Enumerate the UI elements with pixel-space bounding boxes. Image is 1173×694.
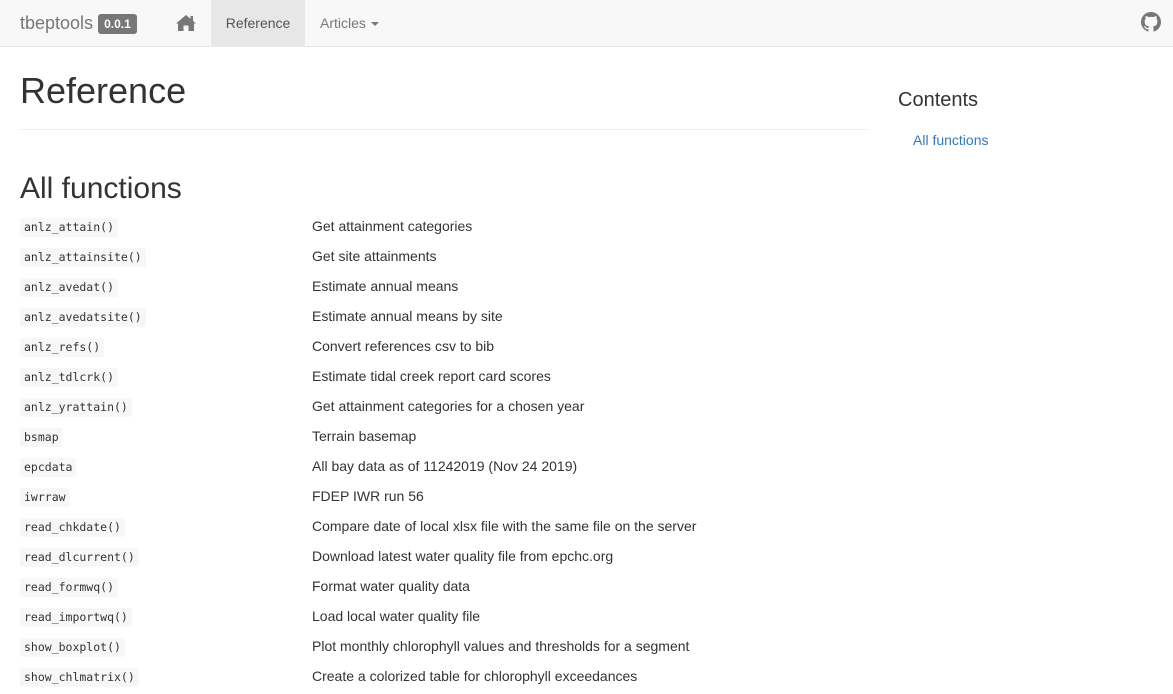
function-description: Format water quality data bbox=[312, 578, 470, 594]
function-description: Estimate tidal creek report card scores bbox=[312, 368, 551, 384]
function-description: FDEP IWR run 56 bbox=[312, 488, 424, 504]
function-description: Get site attainments bbox=[312, 248, 437, 264]
function-description: Estimate annual means by site bbox=[312, 308, 503, 324]
function-description: Get attainment categories bbox=[312, 218, 473, 234]
function-row: read_formwq() Format water quality data bbox=[20, 572, 868, 602]
function-link[interactable]: anlz_tdlcrk() bbox=[20, 368, 119, 387]
function-link[interactable]: anlz_avedat() bbox=[20, 278, 119, 297]
function-row: iwrraw FDEP IWR run 56 bbox=[20, 482, 868, 512]
home-icon bbox=[175, 15, 196, 31]
navbar: tbeptools 0.0.1 Reference Articles bbox=[0, 0, 1173, 47]
github-icon bbox=[1141, 12, 1161, 32]
section-title: All functions bbox=[20, 172, 182, 205]
function-row: show_boxplot() Plot monthly chlorophyll … bbox=[20, 632, 868, 662]
github-link[interactable] bbox=[1141, 12, 1161, 32]
function-description: Download latest water quality file from … bbox=[312, 548, 614, 564]
function-row: read_importwq() Load local water quality… bbox=[20, 602, 868, 632]
function-row: anlz_avedat() Estimate annual means bbox=[20, 272, 868, 302]
function-description: All bay data as of 11242019 (Nov 24 2019… bbox=[312, 458, 578, 474]
function-link[interactable]: epcdata bbox=[20, 458, 77, 477]
function-row: anlz_attainsite() Get site attainments bbox=[20, 242, 868, 272]
function-row: anlz_refs() Convert references csv to bi… bbox=[20, 332, 868, 362]
contents-title: Contents bbox=[898, 89, 979, 111]
function-link[interactable]: anlz_attainsite() bbox=[20, 248, 146, 267]
function-link[interactable]: show_chlmatrix() bbox=[20, 668, 139, 687]
page-title: Reference bbox=[20, 70, 187, 111]
function-row: anlz_attain() Get attainment categories bbox=[20, 212, 868, 242]
function-row: anlz_yrattain() Get attainment categorie… bbox=[20, 392, 868, 422]
function-description: Create a colorized table for chlorophyll… bbox=[312, 668, 638, 684]
function-description: Plot monthly chlorophyll values and thre… bbox=[312, 638, 690, 654]
function-row: anlz_avedatsite() Estimate annual means … bbox=[20, 302, 868, 332]
caret-down-icon bbox=[370, 22, 379, 26]
function-description: Estimate annual means bbox=[312, 278, 459, 294]
function-link[interactable]: anlz_attain() bbox=[20, 218, 119, 237]
function-link[interactable]: anlz_refs() bbox=[20, 338, 105, 357]
home-link[interactable] bbox=[160, 0, 211, 46]
function-row: read_dlcurrent() Download latest water q… bbox=[20, 542, 868, 572]
contents-link-all-functions[interactable]: All functions bbox=[913, 132, 988, 149]
function-link[interactable]: read_chkdate() bbox=[20, 518, 125, 537]
brand[interactable]: tbeptools 0.0.1 bbox=[20, 0, 137, 46]
function-link[interactable]: anlz_yrattain() bbox=[20, 398, 132, 417]
function-link[interactable]: read_formwq() bbox=[20, 578, 119, 597]
function-description: Compare date of local xlsx file with the… bbox=[312, 518, 697, 534]
function-description: Convert references csv to bib bbox=[312, 338, 495, 354]
function-list: anlz_attain() Get attainment categories … bbox=[20, 212, 868, 692]
function-link[interactable]: read_importwq() bbox=[20, 608, 132, 627]
function-description: Terrain basemap bbox=[312, 428, 417, 444]
nav-reference[interactable]: Reference bbox=[211, 0, 305, 46]
function-row: read_chkdate() Compare date of local xls… bbox=[20, 512, 868, 542]
function-link[interactable]: show_boxplot() bbox=[20, 638, 125, 657]
function-description: Get attainment categories for a chosen y… bbox=[312, 398, 585, 414]
function-row: show_chlmatrix() Create a colorized tabl… bbox=[20, 662, 868, 692]
version-badge: 0.0.1 bbox=[98, 14, 137, 34]
brand-name[interactable]: tbeptools bbox=[20, 13, 93, 34]
function-row: bsmap Terrain basemap bbox=[20, 422, 868, 452]
function-link[interactable]: iwrraw bbox=[20, 488, 70, 507]
function-row: epcdata All bay data as of 11242019 (Nov… bbox=[20, 452, 868, 482]
function-link[interactable]: anlz_avedatsite() bbox=[20, 308, 146, 327]
function-description: Load local water quality file bbox=[312, 608, 481, 624]
nav-articles-label: Articles bbox=[320, 15, 366, 31]
function-link[interactable]: bsmap bbox=[20, 428, 63, 447]
nav-articles-dropdown[interactable]: Articles bbox=[305, 0, 394, 46]
title-divider bbox=[20, 129, 868, 130]
function-row: anlz_tdlcrk() Estimate tidal creek repor… bbox=[20, 362, 868, 392]
function-link[interactable]: read_dlcurrent() bbox=[20, 548, 139, 567]
